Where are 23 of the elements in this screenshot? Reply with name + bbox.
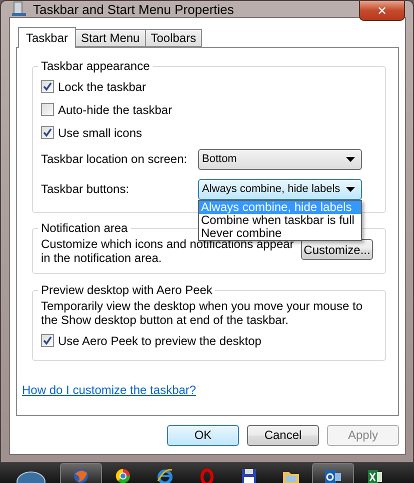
dropdown-option[interactable]: Never combine (199, 226, 361, 240)
tab[interactable]: Taskbar (18, 27, 76, 48)
group-title: Taskbar appearance (38, 59, 153, 73)
group-title: Preview desktop with Aero Peek (38, 283, 216, 297)
tab[interactable]: Toolbars (144, 29, 202, 47)
dropdown-option[interactable]: Combine when taskbar is full (199, 214, 361, 226)
help-link[interactable]: How do I customize the taskbar? (22, 383, 196, 397)
dialog-button[interactable]: OK (167, 424, 239, 446)
dialog-button[interactable]: Cancel (247, 424, 319, 446)
checkbox-label: Auto-hide the taskbar (58, 102, 172, 116)
close-button[interactable]: ✕ (359, 1, 405, 21)
description-text: Customize which icons and notifications appear in the notification area. (41, 237, 295, 265)
field-label: Taskbar buttons: (41, 182, 130, 196)
description-text: Temporarily view the desktop when you move your mouse to the Show desktop button at end of the taskbar. (41, 299, 364, 327)
checkbox-label: Use Aero Peek to preview the desktop (58, 334, 262, 348)
tab[interactable]: Start Menu (75, 29, 146, 47)
window-title: Taskbar and Start Menu Properties (33, 2, 234, 16)
checkbox-label: Use small icons (58, 126, 142, 140)
customize-button[interactable]: Customize... (301, 239, 373, 260)
group-title: Notification area (38, 221, 131, 235)
dropdown[interactable]: Bottom (198, 148, 362, 170)
field-label: Taskbar location on screen: (41, 152, 188, 166)
checkbox-label: Lock the taskbar (58, 80, 146, 94)
